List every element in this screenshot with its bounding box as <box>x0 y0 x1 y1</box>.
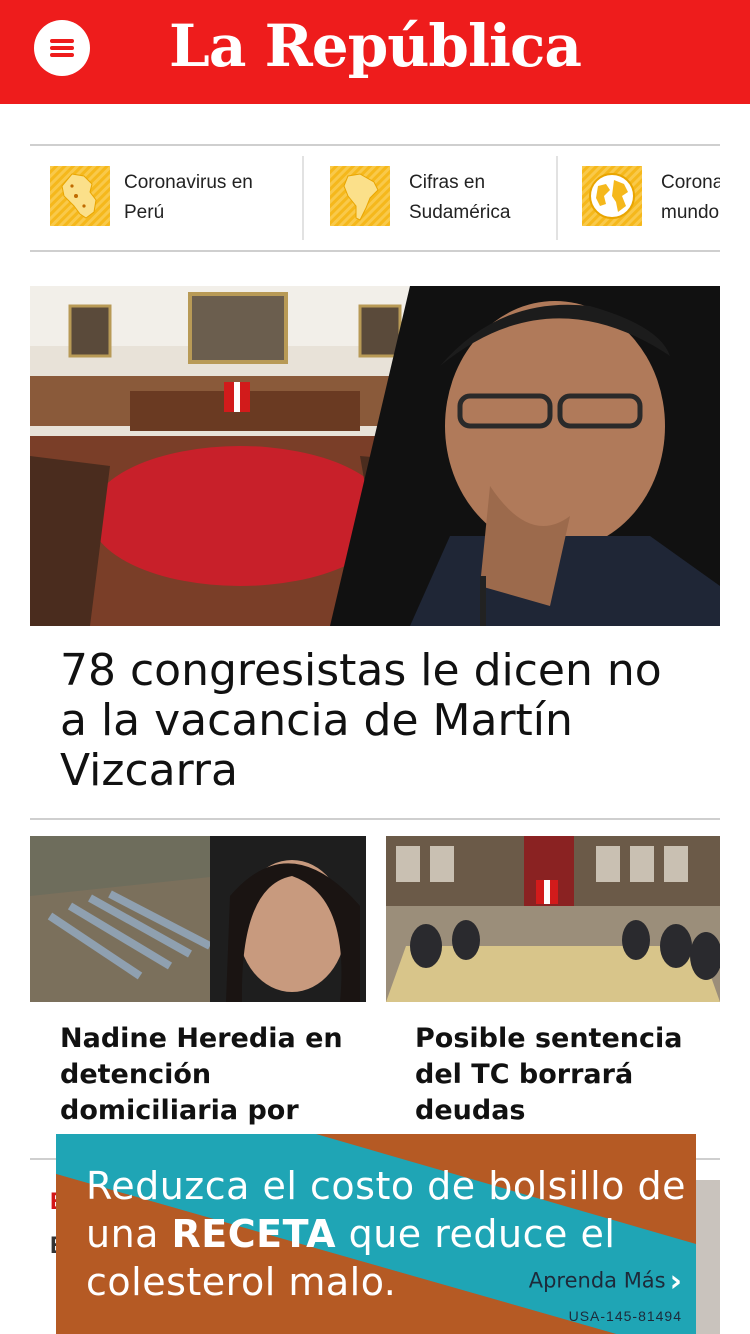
ad-cta-button[interactable]: Aprenda Más › <box>529 1264 682 1299</box>
peru-map-icon <box>50 166 110 226</box>
hero-headline[interactable]: 78 congresistas le dicen no a la vacanci… <box>60 646 700 796</box>
topic-label: Cifras en Sudamérica <box>409 172 511 223</box>
topic-strip: Coronavirus en Perú Cifras en Sudamérica <box>30 144 720 252</box>
story-image[interactable] <box>386 836 720 1002</box>
page: La República Coronavirus en Perú Cifras … <box>0 0 750 1334</box>
hero-image[interactable] <box>30 286 720 626</box>
site-logo[interactable]: La República <box>0 12 750 80</box>
topic-item-cifras-sudamerica[interactable]: Cifras en Sudamérica <box>330 156 570 242</box>
topic-item-coronavirus-peru[interactable]: Coronavirus en Perú <box>50 156 300 242</box>
topic-item-coronavirus-mundo[interactable]: Coronavirus en el mundo <box>582 156 720 242</box>
divider <box>30 818 720 820</box>
topic-label: Coronavirus en el mundo <box>661 172 720 223</box>
divider <box>556 156 558 240</box>
site-header: La República <box>0 0 750 104</box>
story-image[interactable] <box>30 836 366 1002</box>
ad-code: USA-145-81494 <box>568 1308 682 1324</box>
divider <box>302 156 304 240</box>
topic-label: Coronavirus en Perú <box>124 172 253 223</box>
ad-banner[interactable]: Reduzca el costo de bolsillo de una RECE… <box>56 1134 696 1334</box>
globe-icon <box>582 166 642 226</box>
chevron-right-icon: › <box>669 1264 682 1299</box>
south-america-map-icon <box>330 166 390 226</box>
